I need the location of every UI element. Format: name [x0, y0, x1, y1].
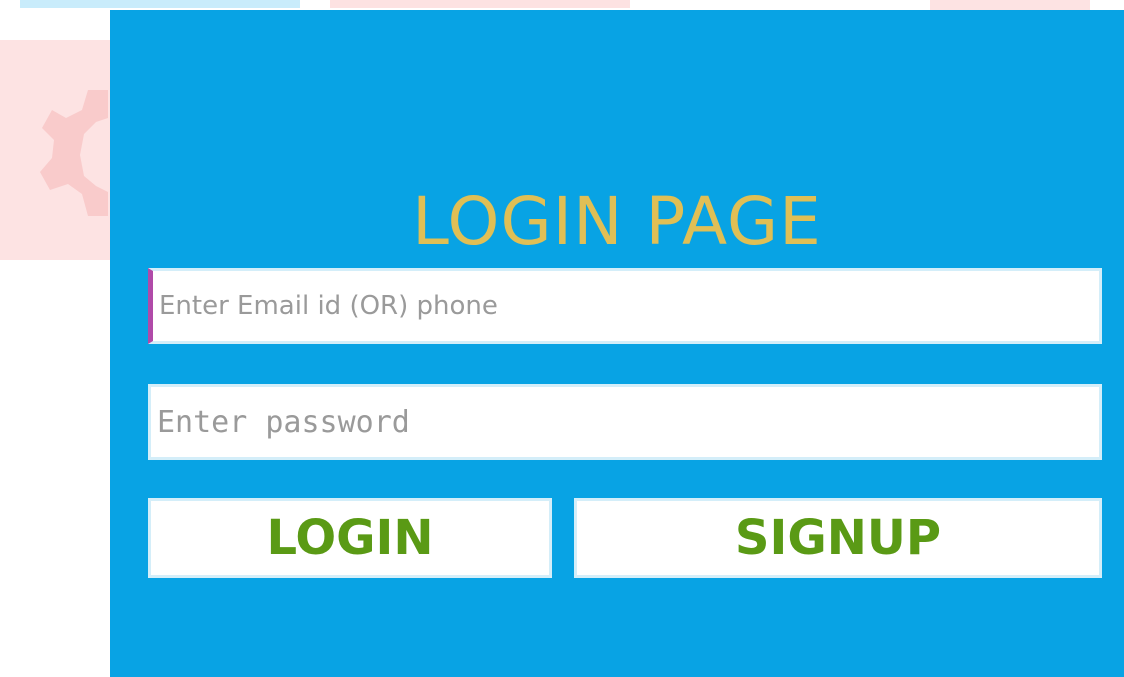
background-decoration-top-center: [330, 0, 630, 8]
background-decoration-top-left: [20, 0, 300, 8]
page: LOGIN PAGE LOGIN SIGNUP: [0, 0, 1124, 677]
signup-button[interactable]: SIGNUP: [574, 498, 1102, 578]
login-button[interactable]: LOGIN: [148, 498, 552, 578]
password-field[interactable]: [148, 384, 1102, 460]
page-title: LOGIN PAGE: [412, 183, 822, 260]
gear-icon: [40, 90, 108, 216]
background-decoration-top-right: [930, 0, 1090, 10]
login-panel: LOGIN PAGE LOGIN SIGNUP: [110, 10, 1124, 677]
email-field[interactable]: [148, 268, 1102, 344]
